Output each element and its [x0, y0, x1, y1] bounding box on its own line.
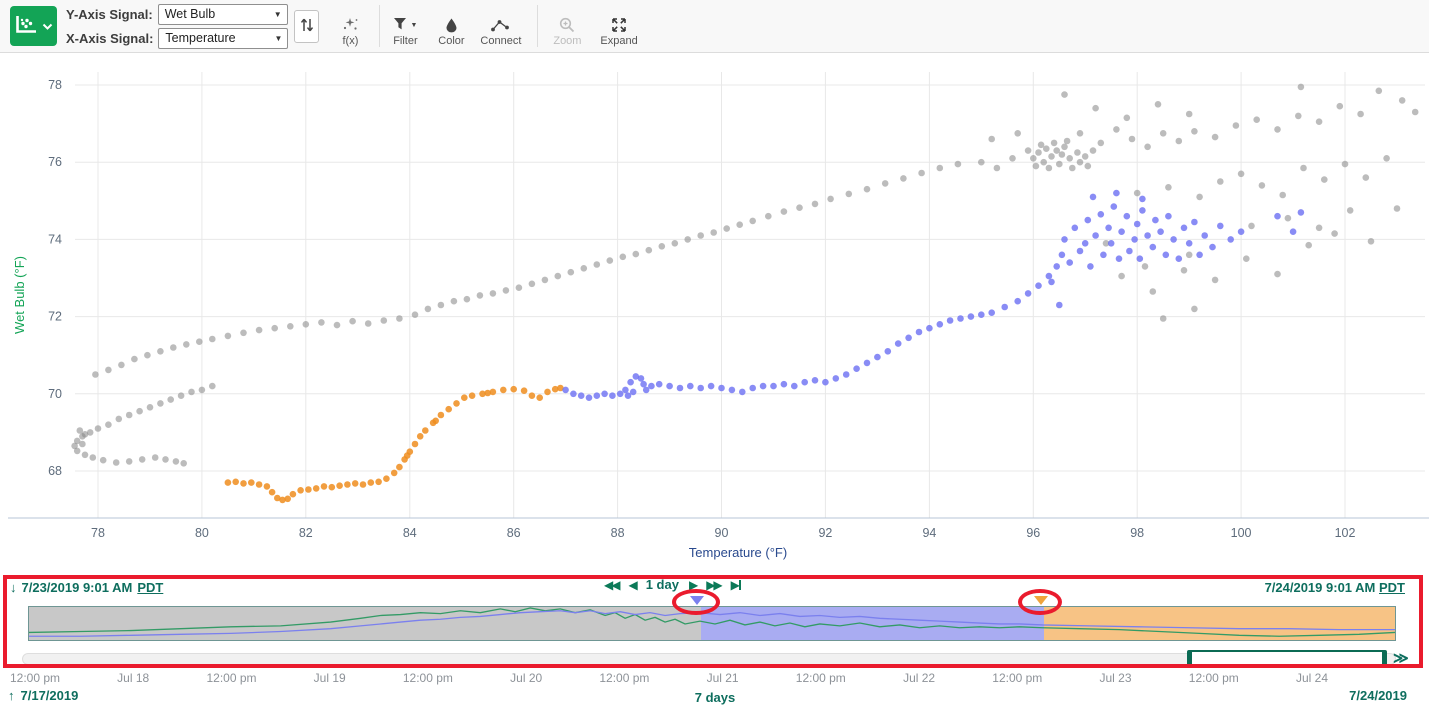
timezone-link[interactable]: PDT	[1379, 580, 1405, 595]
timeline-axis-label: Jul 18	[117, 671, 149, 685]
axis-signal-selectors: Y-Axis Signal: Wet Bulb▼ X-Axis Signal: …	[66, 4, 288, 49]
svg-text:Wet Bulb (°F): Wet Bulb (°F)	[12, 256, 27, 334]
svg-text:82: 82	[299, 526, 313, 540]
scroll-right-fast-icon[interactable]: ≫	[1393, 649, 1409, 667]
timeline-axis-label: 12:00 pm	[1189, 671, 1239, 685]
toolbar-separator	[537, 5, 538, 47]
timeline-axis: 12:00 pm Jul 18 12:00 pm Jul 19 12:00 pm Jul …	[0, 671, 1429, 687]
connect-button[interactable]: Connect	[480, 6, 521, 47]
timeline-axis-label: 12:00 pm	[599, 671, 649, 685]
chevron-down-icon	[42, 19, 53, 34]
svg-text:92: 92	[818, 526, 832, 540]
investigate-range-end[interactable]: 7/24/2019	[1349, 688, 1407, 703]
color-droplet-icon	[445, 16, 458, 35]
svg-text:74: 74	[48, 232, 62, 246]
step-backward-button[interactable]: ◀	[628, 578, 635, 592]
y-axis-signal-select[interactable]: Wet Bulb▼	[158, 4, 288, 25]
timeline-axis-label: 12:00 pm	[10, 671, 60, 685]
step-forward-button[interactable]: ▶	[689, 578, 696, 592]
color-button[interactable]: Color	[434, 6, 468, 47]
y-axis-signal-label: Y-Axis Signal:	[66, 7, 153, 22]
investigate-range-duration[interactable]: 7 days	[695, 690, 735, 705]
zoom-button[interactable]: Zoom	[550, 6, 584, 47]
timeline-axis-label: Jul 24	[1296, 671, 1328, 685]
svg-text:102: 102	[1335, 526, 1356, 540]
svg-text:84: 84	[403, 526, 417, 540]
investigate-range-start[interactable]: ↑ 7/17/2019	[8, 688, 78, 703]
toolbar: Y-Axis Signal: Wet Bulb▼ X-Axis Signal: …	[0, 0, 1429, 53]
trend-strip-chart[interactable]	[28, 606, 1396, 641]
timeline-axis-label: 12:00 pm	[403, 671, 453, 685]
timeline-axis-label: Jul 21	[707, 671, 739, 685]
svg-text:72: 72	[48, 310, 62, 324]
swap-arrows-icon	[299, 16, 315, 37]
filter-button[interactable]: ▼ Filter	[388, 6, 422, 47]
fast-forward-button[interactable]: ▶▶	[706, 578, 720, 592]
timeline-start-time[interactable]: ↓ 7/23/2019 9:01 AM PDT	[10, 580, 163, 595]
timeline-axis-label: Jul 19	[314, 671, 346, 685]
svg-text:70: 70	[48, 387, 62, 401]
timeline-axis-label: 12:00 pm	[992, 671, 1042, 685]
connect-points-icon	[490, 16, 511, 35]
filter-caret-icon: ▼	[410, 22, 417, 29]
svg-text:68: 68	[48, 464, 62, 478]
x-axis-signal-select[interactable]: Temperature▼	[158, 28, 288, 49]
svg-text:Temperature (°F): Temperature (°F)	[689, 545, 787, 560]
step-duration-label[interactable]: 1 day	[646, 577, 679, 592]
timeline-end-time[interactable]: 7/24/2019 9:01 AM PDT	[1265, 580, 1405, 595]
step-to-end-button[interactable]: ▶	[731, 578, 741, 592]
timeline-scrollbar-thumb[interactable]	[1187, 650, 1387, 667]
select-caret-icon: ▼	[275, 34, 283, 43]
timeline-step-controls: ◀◀ ◀ 1 day ▶ ▶▶ ▶	[604, 577, 741, 592]
svg-text:86: 86	[507, 526, 521, 540]
x-axis-signal-label: X-Axis Signal:	[66, 31, 153, 46]
down-arrow-icon: ↓	[10, 580, 17, 595]
svg-text:78: 78	[91, 526, 105, 540]
svg-text:96: 96	[1026, 526, 1040, 540]
filter-funnel-icon	[393, 17, 408, 34]
svg-text:88: 88	[611, 526, 625, 540]
timeline-axis-label: Jul 22	[903, 671, 935, 685]
scatter-plot-menu-button[interactable]	[10, 6, 57, 46]
svg-text:98: 98	[1130, 526, 1144, 540]
svg-text:76: 76	[48, 155, 62, 169]
svg-text:94: 94	[922, 526, 936, 540]
swap-axes-button[interactable]	[294, 10, 319, 43]
fx-sparkle-icon	[341, 16, 359, 35]
expand-button[interactable]: Expand	[600, 6, 637, 47]
svg-text:90: 90	[715, 526, 729, 540]
timeline-axis-label: Jul 23	[1099, 671, 1131, 685]
timeline-axis-label: 12:00 pm	[206, 671, 256, 685]
fx-button[interactable]: f(x)	[333, 6, 367, 47]
scatter-plot-icon	[14, 14, 39, 38]
svg-text:78: 78	[48, 78, 62, 92]
up-arrow-icon: ↑	[8, 688, 15, 703]
scatter-chart[interactable]: 78 80 82 84 86 88 90 92 94 96 98 100 102 68 70 72 74 76 78…	[0, 52, 1429, 575]
timeline-axis-label: Jul 20	[510, 671, 542, 685]
zoom-magnifier-icon	[559, 16, 575, 35]
fast-backward-button[interactable]: ◀◀	[604, 578, 618, 592]
timezone-link[interactable]: PDT	[137, 580, 163, 595]
display-range-start-marker[interactable]	[690, 596, 704, 605]
expand-arrows-icon	[611, 16, 627, 35]
compare-range-start-marker[interactable]	[1034, 596, 1048, 605]
svg-text:100: 100	[1231, 526, 1252, 540]
svg-text:80: 80	[195, 526, 209, 540]
toolbar-separator	[379, 5, 380, 47]
select-caret-icon: ▼	[274, 10, 282, 19]
timeline-axis-label: 12:00 pm	[796, 671, 846, 685]
